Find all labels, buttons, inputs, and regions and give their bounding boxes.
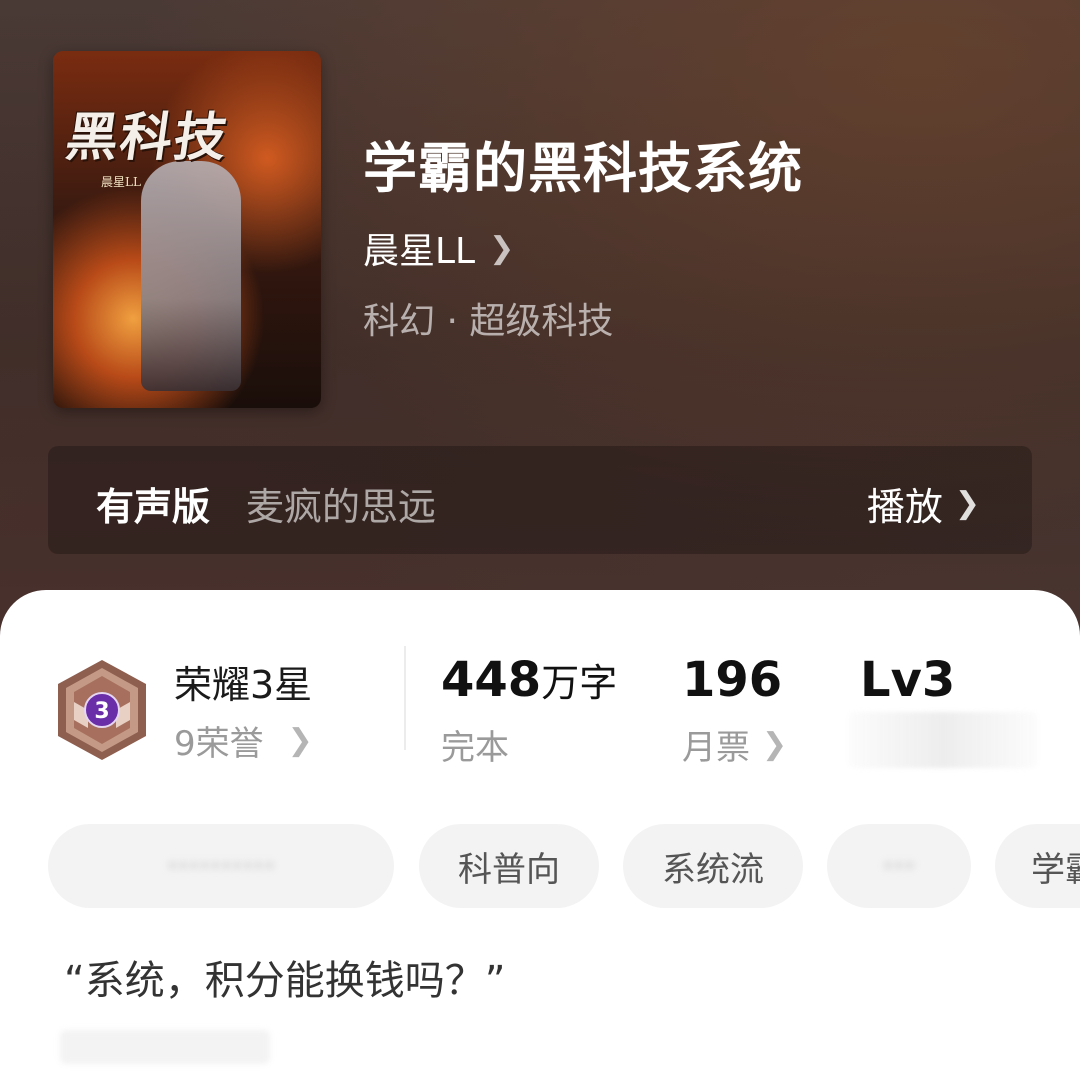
blurred-level-label <box>848 712 1038 768</box>
word-count-value: 448 <box>441 652 542 708</box>
book-header: 黑科技 晨星LL 学霸的黑科技系统 晨星LL ❯ 科幻 · 超级科技 有声版 麦… <box>0 0 1080 640</box>
tag-item[interactable]: 系统流 <box>623 824 803 908</box>
chevron-right-icon: ❯ <box>954 486 980 521</box>
monthly-tickets-value: 196 <box>682 652 783 708</box>
book-genre: 科幻 · 超级科技 <box>363 301 614 342</box>
cover-author-art: 晨星LL <box>101 175 141 189</box>
chevron-right-icon: ❯ <box>762 727 788 762</box>
honor-title: 荣耀3星 <box>174 663 313 707</box>
tag-blurred[interactable]: ··· <box>827 824 971 908</box>
monthly-tickets-link[interactable]: 月票 ❯ <box>682 720 787 769</box>
tag-list: ·········· 科普向 系统流 ··· 学霸 <box>0 824 1080 908</box>
cover-title-art: 黑科技 <box>62 107 233 168</box>
svg-text:3: 3 <box>94 699 109 724</box>
honor-count: 9荣誉 <box>174 724 264 764</box>
monthly-tickets-label: 月票 <box>682 728 750 768</box>
chevron-right-icon: ❯ <box>287 723 313 758</box>
book-status: 完本 <box>441 720 509 769</box>
tag-item[interactable]: 学霸 <box>995 824 1080 908</box>
book-cover-image[interactable]: 黑科技 晨星LL <box>53 51 321 408</box>
author-link[interactable]: 晨星LL ❯ <box>363 222 514 274</box>
author-name: 晨星LL <box>363 231 476 272</box>
book-status-label: 完本 <box>441 728 509 768</box>
play-button[interactable]: 播放 ❯ <box>867 476 980 531</box>
tag-item[interactable]: 科普向 <box>419 824 599 908</box>
play-label: 播放 <box>866 485 943 529</box>
honor-link[interactable]: 9荣誉 ❯ <box>174 716 313 765</box>
fan-level-value: Lv3 <box>860 652 956 708</box>
audio-label: 有声版 <box>96 485 211 529</box>
stats-divider <box>404 646 406 750</box>
book-title: 学霸的黑科技系统 <box>363 136 803 200</box>
book-intro-quote: “系统，积分能换钱吗？” <box>64 958 506 1004</box>
audio-narrator: 麦疯的思远 <box>246 485 437 529</box>
word-count-unit: 万字 <box>541 661 618 705</box>
faded-intro-line <box>60 1030 270 1064</box>
honor-badge-icon[interactable]: 3 <box>54 658 150 762</box>
book-info-panel: 3 荣耀3星 9荣誉 ❯ 448万字 完本 196 月票 ❯ Lv3 ·····… <box>0 590 1080 1079</box>
tag-blurred[interactable]: ·········· <box>48 824 394 908</box>
audio-version-bar[interactable]: 有声版 麦疯的思远 播放 ❯ <box>48 446 1032 554</box>
word-count: 448万字 <box>441 652 617 708</box>
cover-figure <box>141 161 241 391</box>
chevron-right-icon: ❯ <box>489 230 515 266</box>
